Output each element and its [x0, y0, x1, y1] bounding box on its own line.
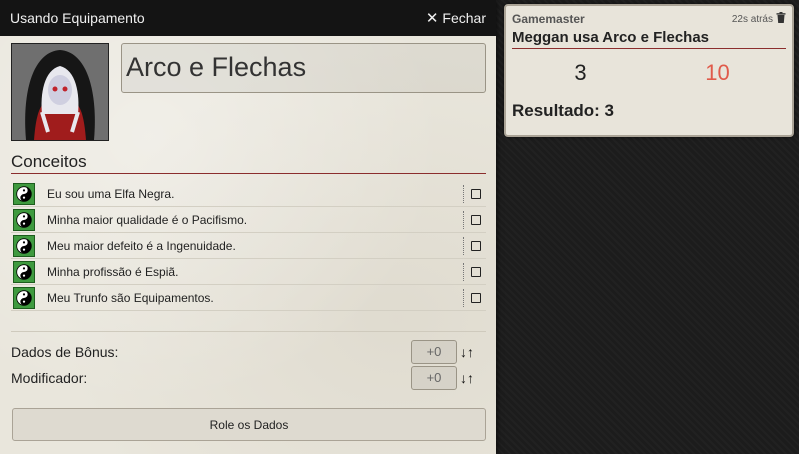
- concept-separator: [463, 288, 465, 307]
- trash-icon[interactable]: [776, 12, 786, 26]
- increase-arrow-icon[interactable]: ↑: [467, 344, 474, 360]
- increase-arrow-icon[interactable]: ↑: [467, 370, 474, 386]
- chat-message-text: Meggan usa Arco e Flechas: [512, 29, 786, 49]
- decrease-arrow-icon[interactable]: ↓: [460, 370, 467, 386]
- concepts-list: Eu sou uma Elfa Negra. Minha maior quali…: [11, 181, 486, 311]
- modifier-input[interactable]: +0: [411, 366, 457, 390]
- roll-dice-button[interactable]: Role os Dados: [12, 408, 486, 441]
- concept-item: Minha maior qualidade é o Pacifismo.: [11, 207, 486, 233]
- die-result-high: 10: [705, 60, 730, 85]
- section-divider: [11, 331, 486, 332]
- dice-results: 3 10: [512, 53, 786, 93]
- concept-label: Minha profissão é Espiã.: [47, 264, 179, 279]
- bonus-dice-row: Dados de Bônus: +0 ↓ ↑: [11, 339, 486, 365]
- yin-yang-icon[interactable]: [13, 286, 35, 309]
- chat-speaker: Gamemaster: [512, 12, 585, 26]
- concept-checkbox[interactable]: [471, 240, 481, 251]
- yin-yang-icon[interactable]: [13, 234, 35, 257]
- concepts-title: Conceitos: [11, 152, 486, 174]
- concept-separator: [463, 236, 465, 255]
- concept-separator: [463, 262, 465, 281]
- close-button[interactable]: ✕ Fechar: [426, 9, 486, 27]
- die-result: 3: [574, 60, 587, 85]
- modifier-stepper: ↓ ↑: [460, 370, 486, 386]
- bonus-dice-input[interactable]: +0: [411, 340, 457, 364]
- dialog-titlebar[interactable]: Usando Equipamento ✕ Fechar: [0, 0, 496, 36]
- chat-timestamp-group: 22s atrás: [732, 12, 786, 26]
- concept-separator: [463, 210, 465, 229]
- concept-item: Eu sou uma Elfa Negra.: [11, 181, 486, 207]
- concept-label: Minha maior qualidade é o Pacifismo.: [47, 212, 248, 227]
- yin-yang-icon[interactable]: [13, 208, 35, 231]
- concept-label: Meu maior defeito é a Ingenuidade.: [47, 238, 236, 253]
- modifier-row: Modificador: +0 ↓ ↑: [11, 365, 486, 391]
- yin-yang-icon[interactable]: [13, 260, 35, 283]
- bonus-dice-label: Dados de Bônus:: [11, 344, 119, 360]
- chat-message-card: Gamemaster 22s atrás Meggan usa Arco e F…: [504, 4, 794, 137]
- concept-item: Meu maior defeito é a Ingenuidade.: [11, 233, 486, 259]
- dialog-title: Usando Equipamento: [10, 10, 145, 26]
- character-portrait[interactable]: [11, 43, 109, 141]
- concept-label: Meu Trunfo são Equipamentos.: [47, 290, 214, 305]
- roll-result: Resultado: 3: [512, 101, 615, 120]
- yin-yang-icon[interactable]: [13, 182, 35, 205]
- item-name-field[interactable]: Arco e Flechas: [121, 43, 486, 93]
- item-header: Arco e Flechas: [11, 43, 486, 143]
- modifier-label: Modificador:: [11, 370, 88, 386]
- close-icon: ✕: [425, 10, 439, 27]
- concept-item: Meu Trunfo são Equipamentos.: [11, 285, 486, 311]
- concept-separator: [463, 184, 465, 203]
- concept-checkbox[interactable]: [471, 188, 481, 199]
- concept-label: Eu sou uma Elfa Negra.: [47, 186, 175, 201]
- close-label: Fechar: [442, 10, 486, 26]
- concept-item: Minha profissão é Espiã.: [11, 259, 486, 285]
- chat-message-header: Gamemaster 22s atrás: [512, 12, 786, 26]
- decrease-arrow-icon[interactable]: ↓: [460, 344, 467, 360]
- concept-checkbox[interactable]: [471, 266, 481, 277]
- bonus-dice-stepper: ↓ ↑: [460, 344, 486, 360]
- chat-timestamp: 22s atrás: [731, 13, 773, 25]
- concept-checkbox[interactable]: [471, 214, 481, 225]
- concept-checkbox[interactable]: [471, 292, 481, 303]
- equipment-dialog: Usando Equipamento ✕ Fechar Arco e Flech…: [0, 0, 496, 454]
